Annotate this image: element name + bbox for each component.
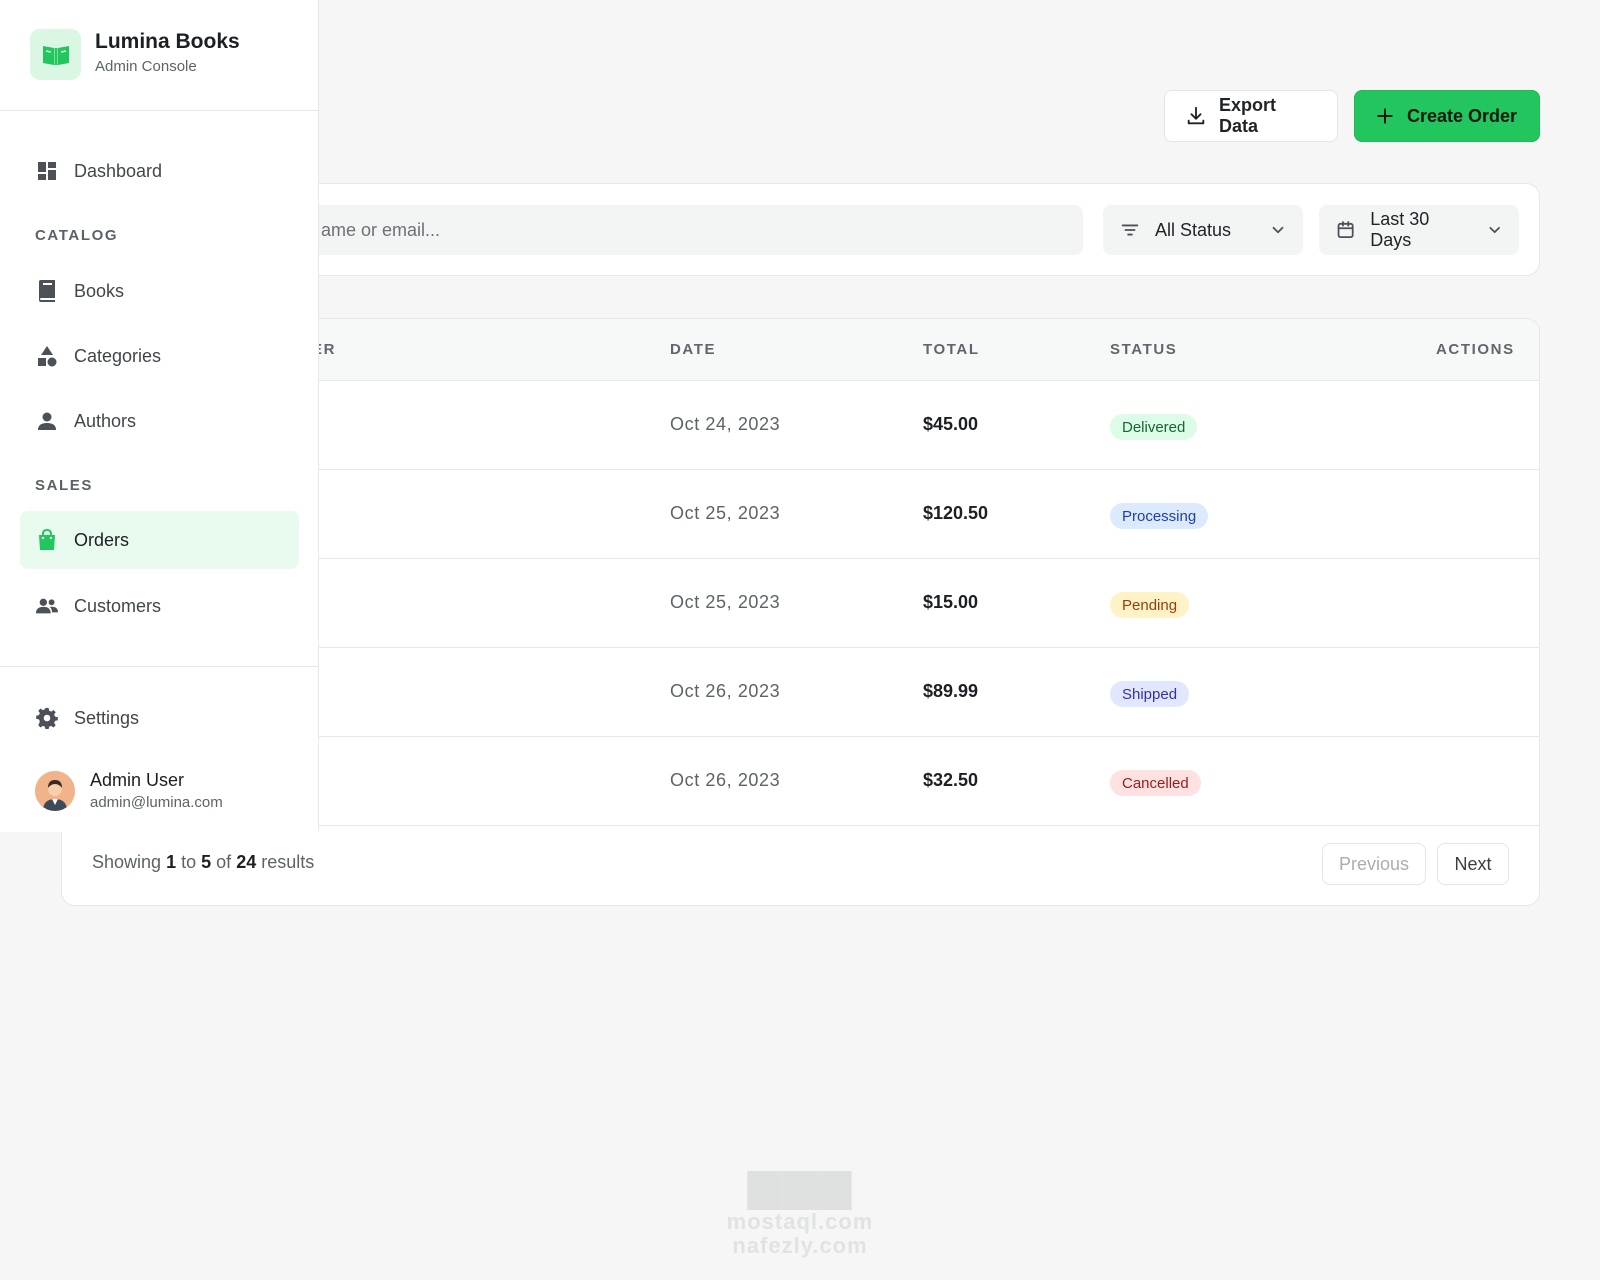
sidebar-item-label: Customers <box>74 595 162 616</box>
previous-page-button[interactable]: Previous <box>1322 843 1426 885</box>
sidebar-item-label: Settings <box>74 707 140 728</box>
sidebar-item-orders[interactable]: Orders <box>20 511 299 569</box>
sidebar-item-label: Authors <box>74 410 137 431</box>
sidebar-item-authors[interactable]: Authors <box>20 392 299 450</box>
brand-name: Lumina Books <box>95 30 240 53</box>
sidebar-item-settings[interactable]: Settings <box>20 689 299 747</box>
order-date: Oct 26, 2023 <box>670 770 781 790</box>
filter-icon <box>1121 224 1139 236</box>
column-header-actions: ACTIONS <box>1436 341 1515 358</box>
shopping-bag-icon <box>36 529 58 551</box>
status-badge: Cancelled <box>1110 770 1201 796</box>
column-header-date[interactable]: DATE <box>670 341 716 358</box>
showing-label: Showing <box>92 852 162 872</box>
create-order-label: Create Order <box>1407 105 1518 126</box>
table-footer: Showing 1 to 5 of 24 results Previous Ne… <box>62 822 1539 905</box>
watermark: ▆▆▆ mostaql.com nafezly.com <box>700 1160 900 1258</box>
results-summary: Showing 1 to 5 of 24 results <box>92 852 314 873</box>
to-label: to <box>181 852 197 872</box>
order-total: $89.99 <box>923 681 979 701</box>
user-name: Admin User <box>90 770 185 790</box>
create-order-button[interactable]: Create Order <box>1354 90 1540 142</box>
order-total: $120.50 <box>923 503 989 523</box>
results-from: 1 <box>166 852 177 872</box>
plus-icon <box>1377 108 1393 124</box>
people-icon <box>36 595 58 617</box>
gear-icon <box>36 707 58 729</box>
status-badge: Processing <box>1110 503 1209 529</box>
results-label: results <box>261 852 315 872</box>
sidebar: Lumina Books Admin Console Dashboard CAT… <box>0 0 319 832</box>
avatar[interactable] <box>35 771 75 811</box>
sidebar-item-label: Orders <box>74 529 130 550</box>
sidebar-item-label: Books <box>74 280 125 301</box>
order-date: Oct 25, 2023 <box>670 592 781 612</box>
results-total: 24 <box>236 852 257 872</box>
sidebar-item-categories[interactable]: Categories <box>20 327 299 385</box>
book-icon <box>36 280 58 302</box>
date-range-select[interactable]: Last 30 Days <box>1319 205 1519 255</box>
status-filter-select[interactable]: All Status <box>1103 205 1303 255</box>
chevron-down-icon <box>1272 226 1284 234</box>
sidebar-item-books[interactable]: Books <box>20 262 299 320</box>
section-label-sales: SALES <box>35 477 94 494</box>
order-date: Oct 24, 2023 <box>670 414 781 434</box>
brand-header: Lumina Books Admin Console <box>0 0 318 111</box>
results-to: 5 <box>201 852 212 872</box>
order-date: Oct 25, 2023 <box>670 503 781 523</box>
sidebar-item-dashboard[interactable]: Dashboard <box>20 142 299 200</box>
watermark-logo-mark: ▆▆▆ <box>747 1160 853 1209</box>
order-total: $15.00 <box>923 592 979 612</box>
chevron-down-icon <box>1489 226 1500 234</box>
sidebar-item-label: Categories <box>74 345 162 366</box>
order-total: $45.00 <box>923 414 979 434</box>
next-page-button[interactable]: Next <box>1437 843 1509 885</box>
shapes-icon <box>36 345 58 367</box>
brand-subtitle: Admin Console <box>95 58 197 75</box>
sidebar-item-customers[interactable]: Customers <box>20 577 299 635</box>
status-filter-value: All Status <box>1155 219 1232 240</box>
column-header-status[interactable]: STATUS <box>1110 341 1177 358</box>
sidebar-footer: Settings Admin User admin@lumina.com <box>0 666 318 832</box>
brand-logo[interactable] <box>30 29 81 80</box>
order-date: Oct 26, 2023 <box>670 681 781 701</box>
sidebar-item-label: Dashboard <box>74 160 163 181</box>
open-book-icon <box>42 45 69 65</box>
date-range-value: Last 30 Days <box>1370 209 1430 250</box>
user-email: admin@lumina.com <box>90 794 223 811</box>
watermark-line-1: mostaql.com <box>726 1209 874 1234</box>
export-data-button[interactable]: Export Data <box>1164 90 1338 142</box>
calendar-icon <box>1337 221 1354 238</box>
of-label: of <box>216 852 232 872</box>
status-badge: Pending <box>1110 592 1190 618</box>
status-badge: Delivered <box>1110 414 1198 440</box>
download-icon <box>1187 106 1205 125</box>
column-header-total[interactable]: TOTAL <box>923 341 980 358</box>
dashboard-icon <box>36 160 58 182</box>
watermark-line-2: nafezly.com <box>732 1233 868 1258</box>
person-icon <box>36 410 58 432</box>
section-label-catalog: CATALOG <box>35 227 119 244</box>
export-data-label: Export Data <box>1219 95 1277 136</box>
order-total: $32.50 <box>923 770 979 790</box>
status-badge: Shipped <box>1110 681 1190 707</box>
